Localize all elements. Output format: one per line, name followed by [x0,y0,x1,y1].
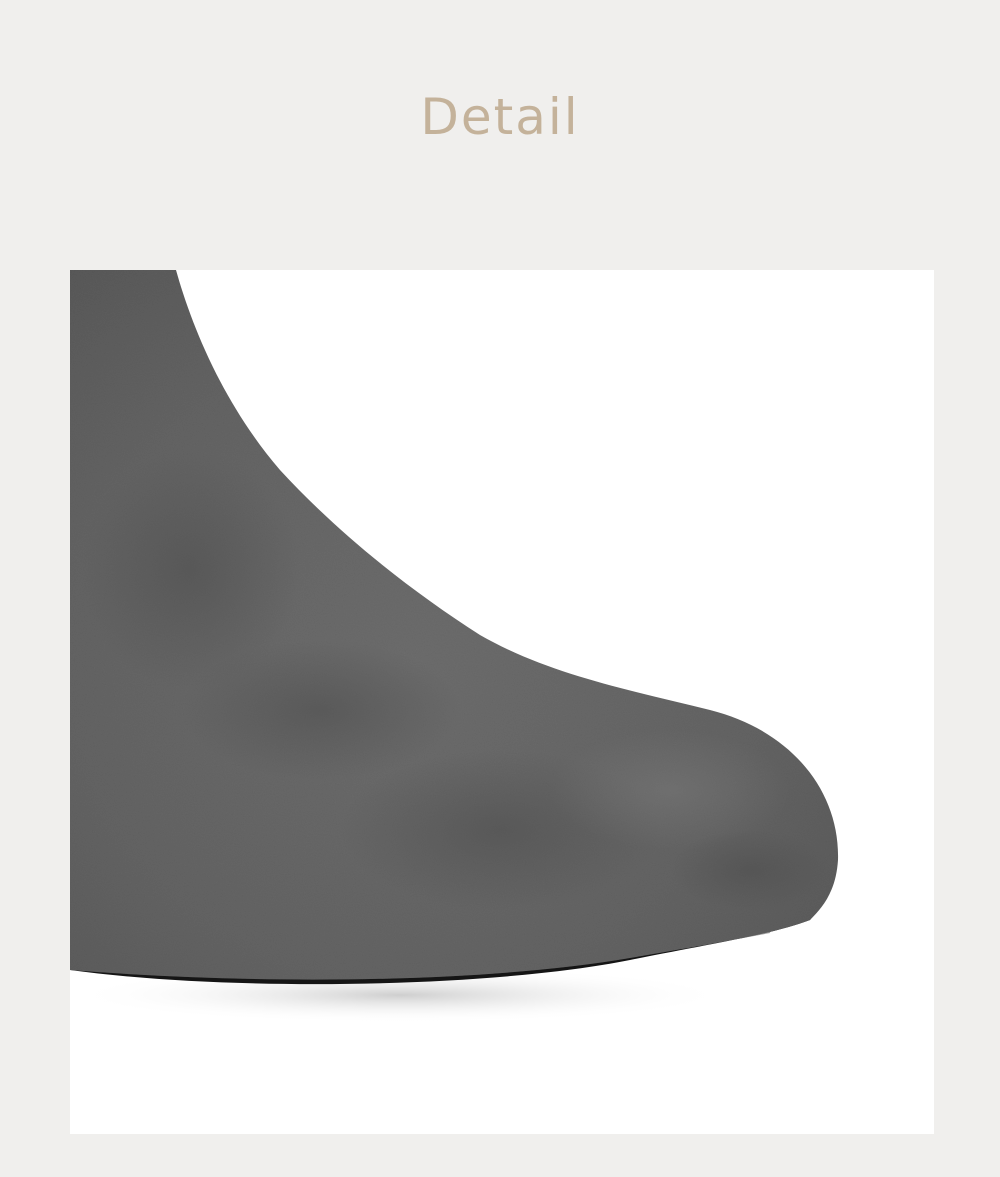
section-title: Detail [420,88,580,146]
detail-page: Detail [0,0,1000,1177]
boot-toe-closeup-image [70,270,839,1023]
product-detail-photo [70,270,934,1134]
